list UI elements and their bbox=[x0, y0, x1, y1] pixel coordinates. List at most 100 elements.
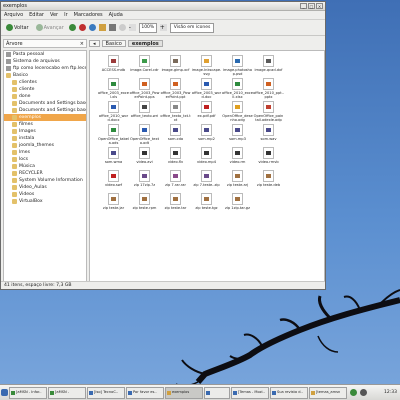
tree-item[interactable]: Documents and Settings base bbox=[4, 107, 86, 114]
reload-icon[interactable] bbox=[88, 24, 96, 31]
file-item[interactable]: zip teste.tar bbox=[160, 193, 191, 216]
sidebar-selector[interactable]: Árvore × bbox=[3, 39, 87, 48]
menu-editar[interactable]: Editar bbox=[29, 12, 44, 18]
file-item[interactable]: image.Corel.cdr bbox=[129, 55, 160, 78]
taskbar-item[interactable]: [aMSN - bbox=[48, 386, 86, 399]
file-item[interactable]: som.mp3 bbox=[222, 124, 253, 147]
file-item[interactable]: zip teste.arj bbox=[222, 170, 253, 193]
tree-item[interactable]: cliente bbox=[4, 86, 86, 93]
file-item[interactable]: zip 7.teste..zip bbox=[191, 170, 222, 193]
file-item[interactable]: office_texto.wri bbox=[129, 101, 160, 124]
tree-item[interactable]: Música bbox=[4, 163, 86, 170]
tree-item[interactable]: lmes bbox=[4, 149, 86, 156]
forward-button[interactable]: Avançar bbox=[34, 23, 66, 33]
file-item[interactable]: zip 1zip.tar.gz bbox=[222, 193, 253, 216]
tree-item[interactable]: System Volume Information bbox=[4, 177, 86, 184]
tree-item[interactable]: Basico bbox=[4, 72, 86, 79]
tree-item[interactable]: RECYCLER bbox=[4, 170, 86, 177]
tree-item[interactable]: filmes bbox=[4, 121, 86, 128]
file-item[interactable]: office_2003_PowerPoint.pps bbox=[129, 78, 160, 101]
file-item[interactable]: office_2003_word.doc bbox=[191, 78, 222, 101]
menu-ir[interactable]: Ir bbox=[64, 12, 68, 18]
file-item[interactable]: zip teste.rpm bbox=[129, 193, 160, 216]
tree-item[interactable]: Video_Aulas bbox=[4, 184, 86, 191]
file-item[interactable]: video.rm bbox=[222, 147, 253, 170]
stop-icon[interactable] bbox=[78, 24, 86, 31]
tree-item[interactable]: joomla_themes bbox=[4, 142, 86, 149]
menu-arquivo[interactable]: Arquivo bbox=[4, 12, 23, 18]
file-item[interactable]: ACCESS.mdb bbox=[98, 55, 129, 78]
taskbar-item[interactable]: [temas_amsn bbox=[309, 386, 347, 399]
file-item[interactable]: som.wav bbox=[253, 124, 284, 147]
path-back-arrow-icon[interactable]: ◂ bbox=[89, 40, 100, 47]
tree-item[interactable]: Documents and Settings base bbox=[4, 100, 86, 107]
clock[interactable]: 12:33 bbox=[384, 390, 400, 395]
view-mode-select[interactable]: Visão em ícones bbox=[169, 22, 215, 33]
sidebar-close-icon[interactable]: × bbox=[80, 41, 84, 47]
file-item[interactable]: office_2010_excell.xlsx bbox=[222, 78, 253, 101]
file-item[interactable]: som.mp2 bbox=[191, 124, 222, 147]
tree-item[interactable]: Sistema de arquivos bbox=[4, 58, 86, 65]
taskbar-item[interactable]: Por favor es.. bbox=[126, 386, 164, 399]
tree-item[interactable]: locs bbox=[4, 156, 86, 163]
tree-item[interactable]: ftp como lecerocabo em ftp.lecerocabo.co bbox=[4, 65, 86, 72]
tree-item[interactable]: Videos bbox=[4, 191, 86, 198]
close-icon[interactable]: × bbox=[316, 3, 323, 9]
tree-item[interactable]: instala bbox=[4, 135, 86, 142]
taskbar-item[interactable]: [Iso] TecnoC.. bbox=[87, 386, 125, 399]
file-item[interactable]: som.wma bbox=[98, 147, 129, 170]
file-item[interactable]: video.swf bbox=[98, 170, 129, 193]
taskbar-item[interactable]: [aMSN - Infor.. bbox=[9, 386, 47, 399]
file-item[interactable]: image.gimp.xcf bbox=[160, 55, 191, 78]
file-item[interactable]: zip teste.tgz bbox=[191, 193, 222, 216]
file-item[interactable]: video.avi bbox=[129, 147, 160, 170]
file-item[interactable]: zip 7.rar.rar bbox=[160, 170, 191, 193]
taskbar-item[interactable] bbox=[204, 386, 230, 399]
file-item[interactable]: video.flv bbox=[160, 147, 191, 170]
file-item[interactable]: office_2010_ppt..pptx bbox=[253, 78, 284, 101]
tree-item[interactable]: Images bbox=[4, 128, 86, 135]
back-button[interactable]: Voltar bbox=[4, 23, 31, 33]
file-item[interactable]: zip teste.deb bbox=[253, 170, 284, 193]
file-item[interactable]: office_2003_excel.xls bbox=[98, 78, 129, 101]
menu-ver[interactable]: Ver bbox=[50, 12, 58, 18]
tree-item[interactable]: clientes bbox=[4, 79, 86, 86]
file-item[interactable]: OpenOffice_texto.odt bbox=[129, 124, 160, 147]
menu-launcher-icon[interactable] bbox=[1, 389, 8, 396]
up-icon[interactable] bbox=[68, 24, 76, 31]
file-item[interactable]: video.mp4 bbox=[191, 147, 222, 170]
zoom-in-icon[interactable]: + bbox=[159, 24, 167, 31]
search-icon[interactable] bbox=[118, 24, 126, 31]
tree-item[interactable]: Pasta pessoal bbox=[4, 51, 86, 58]
file-item[interactable]: OpenOffice_paintail.odexle.odp bbox=[253, 101, 284, 124]
file-item[interactable]: OpenOffice_tabela.ods bbox=[98, 124, 129, 147]
file-item[interactable]: video.rmvb bbox=[253, 147, 284, 170]
network-tray-icon[interactable] bbox=[350, 389, 357, 396]
zoom-out-icon[interactable]: - bbox=[128, 24, 136, 31]
file-item[interactable]: office_2003_PowerPoint.ppt bbox=[160, 78, 191, 101]
file-item[interactable]: zip teste.jar bbox=[98, 193, 129, 216]
path-button-exemplos[interactable]: exemplos bbox=[127, 40, 163, 47]
file-item[interactable]: image.Inkscape.svg bbox=[191, 55, 222, 78]
file-item[interactable]: zip 17zip.7z bbox=[129, 170, 160, 193]
taskbar-item[interactable]: [Temas - Mozi.. bbox=[231, 386, 269, 399]
zoom-level[interactable]: 100% bbox=[138, 22, 157, 33]
tree-item[interactable]: VirtualBox bbox=[4, 198, 86, 205]
home-icon[interactable] bbox=[98, 24, 106, 31]
menu-marcadores[interactable]: Marcadores bbox=[74, 12, 103, 18]
file-item[interactable]: OpenOffice_desenho.odg bbox=[222, 101, 253, 124]
path-button-basico[interactable]: Basico bbox=[101, 40, 126, 47]
volume-tray-icon[interactable] bbox=[360, 389, 367, 396]
menu-ajuda[interactable]: Ajuda bbox=[109, 12, 123, 18]
tree-item[interactable]: exemplos bbox=[4, 114, 86, 121]
file-item[interactable]: som.cda bbox=[160, 124, 191, 147]
taskbar-item[interactable]: Sua revista d.. bbox=[270, 386, 308, 399]
file-item[interactable]: office_texto_txt.txt bbox=[160, 101, 191, 124]
window-titlebar[interactable]: exemplos _ □ × bbox=[1, 2, 325, 11]
file-item[interactable]: image.photoshop.psd bbox=[222, 55, 253, 78]
taskbar-item[interactable]: exemplos bbox=[165, 386, 203, 399]
minimize-icon[interactable]: _ bbox=[300, 3, 307, 9]
computer-icon[interactable] bbox=[108, 24, 116, 31]
maximize-icon[interactable]: □ bbox=[308, 3, 315, 9]
file-item[interactable]: ex.pdf.pdf bbox=[191, 101, 222, 124]
